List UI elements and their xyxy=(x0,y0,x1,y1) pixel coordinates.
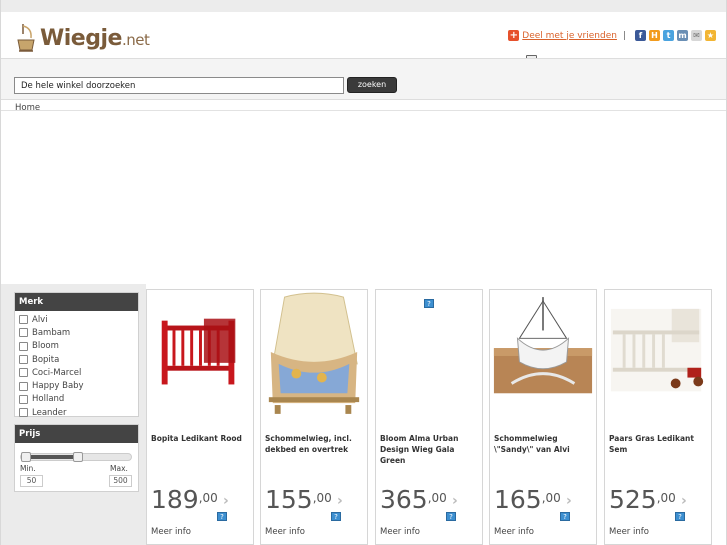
meer-info-link[interactable]: Meer info xyxy=(265,527,305,537)
logo-text: Wiegje xyxy=(40,25,122,51)
facebook-icon[interactable]: f xyxy=(635,30,646,41)
chevron-right-icon[interactable]: › xyxy=(452,493,458,509)
logo[interactable]: Wiegje.net xyxy=(15,20,150,56)
product-card[interactable]: Schommelwieg \"Sandy\" van Alvi 165,00 ›… xyxy=(489,289,597,545)
divider xyxy=(1,110,726,111)
logo-suffix: .net xyxy=(121,30,150,49)
product-card[interactable]: Schommelwieg, incl. dekbed en overtrek 1… xyxy=(260,289,368,545)
product-name[interactable]: Schommelwieg, incl. dekbed en overtrek xyxy=(265,433,365,455)
merk-list: Alvi Bambam Bloom Bopita Coci-Marcel Hap… xyxy=(15,311,138,419)
search-input[interactable] xyxy=(14,77,344,94)
breadcrumb-home[interactable]: Home xyxy=(15,103,40,113)
merk-title: Merk xyxy=(15,293,138,311)
search-bar: zoeken xyxy=(1,58,726,100)
product-price: 165,00 xyxy=(494,485,561,514)
prijs-filter: Prijs Min. Max. 50 500 xyxy=(14,424,139,492)
max-label: Max. xyxy=(110,464,128,473)
share-separator: | xyxy=(622,30,626,41)
checkbox[interactable] xyxy=(19,408,28,418)
product-name[interactable]: Paars Gras Ledikant Sem xyxy=(609,433,709,455)
product-price: 155,00 xyxy=(265,485,332,514)
product-price: 189,00 xyxy=(151,485,218,514)
min-label: Min. xyxy=(20,464,36,473)
top-band xyxy=(1,0,726,12)
merk-item[interactable]: Holland xyxy=(19,393,138,406)
share-link[interactable]: Deel met je vrienden xyxy=(522,31,617,41)
question-icon: ? xyxy=(560,512,570,521)
merk-item[interactable]: Alvi xyxy=(19,313,138,326)
header: Wiegje.net + Deel met je vrienden | f H … xyxy=(1,12,726,64)
checkbox[interactable] xyxy=(19,394,28,404)
merk-item[interactable]: Happy Baby xyxy=(19,379,138,392)
myspace-icon[interactable]: m xyxy=(677,30,688,41)
chevron-right-icon[interactable]: › xyxy=(223,493,229,509)
twitter-icon[interactable]: t xyxy=(663,30,674,41)
product-price: 365,00 xyxy=(380,485,447,514)
question-icon: ? xyxy=(675,512,685,521)
meer-info-link[interactable]: Meer info xyxy=(380,527,420,537)
hyves-icon[interactable]: H xyxy=(649,30,660,41)
product-name[interactable]: Schommelwieg \"Sandy\" van Alvi xyxy=(494,433,594,455)
merk-filter: Merk Alvi Bambam Bloom Bopita Coci-Marce… xyxy=(14,292,139,419)
email-icon[interactable]: ✉ xyxy=(691,30,702,41)
checkbox[interactable] xyxy=(19,315,28,325)
canopy-cradle-image[interactable] xyxy=(261,290,367,420)
checkbox[interactable] xyxy=(19,368,28,378)
product-name[interactable]: Bloom Alma Urban Design Wieg Gala Green xyxy=(380,433,480,466)
checkbox[interactable] xyxy=(19,355,28,365)
cradle-logo-icon xyxy=(17,24,35,52)
chevron-right-icon[interactable]: › xyxy=(337,493,343,509)
merk-item[interactable]: Bambam xyxy=(19,326,138,339)
question-icon: ? xyxy=(331,512,341,521)
page: Wiegje.net + Deel met je vrienden | f H … xyxy=(0,0,727,545)
min-handle[interactable] xyxy=(21,452,31,462)
product-price: 525,00 xyxy=(609,485,676,514)
price-slider[interactable] xyxy=(20,452,132,462)
product-card[interactable]: Bopita Ledikant Rood 189,00 › ? Meer inf… xyxy=(146,289,254,545)
search-button[interactable]: zoeken xyxy=(347,77,397,93)
white-cradle-image[interactable] xyxy=(490,290,596,420)
merk-item[interactable]: Bopita xyxy=(19,353,138,366)
missing-image-icon: ? xyxy=(424,299,434,308)
prijs-title: Prijs xyxy=(15,425,138,443)
meer-info-link[interactable]: Meer info xyxy=(609,527,649,537)
product-name[interactable]: Bopita Ledikant Rood xyxy=(151,433,251,444)
checkbox[interactable] xyxy=(19,341,28,351)
merk-item[interactable]: Coci-Marcel xyxy=(19,366,138,379)
share-bar: + Deel met je vrienden | f H t m ✉ ★ xyxy=(508,30,716,41)
meer-info-link[interactable]: Meer info xyxy=(151,527,191,537)
merk-item[interactable]: Bloom xyxy=(19,340,138,353)
product-card[interactable]: ? Bloom Alma Urban Design Wieg Gala Gree… xyxy=(375,289,483,545)
checkbox[interactable] xyxy=(19,328,28,338)
merk-item[interactable]: Leander xyxy=(19,406,138,419)
product-card[interactable]: Paars Gras Ledikant Sem 525,00 › ? Meer … xyxy=(604,289,712,545)
chevron-right-icon[interactable]: › xyxy=(566,493,572,509)
max-handle[interactable] xyxy=(73,452,83,462)
meer-info-link[interactable]: Meer info xyxy=(494,527,534,537)
red-crib-image[interactable] xyxy=(147,290,253,420)
question-icon: ? xyxy=(446,512,456,521)
question-icon: ? xyxy=(217,512,227,521)
checkbox[interactable] xyxy=(19,381,28,391)
chevron-right-icon[interactable]: › xyxy=(681,493,687,509)
min-input[interactable]: 50 xyxy=(20,475,43,487)
white-crib-image[interactable] xyxy=(605,290,711,420)
max-input[interactable]: 500 xyxy=(109,475,132,487)
share-plus-icon: + xyxy=(508,30,520,41)
bookmark-icon[interactable]: ★ xyxy=(705,30,716,41)
